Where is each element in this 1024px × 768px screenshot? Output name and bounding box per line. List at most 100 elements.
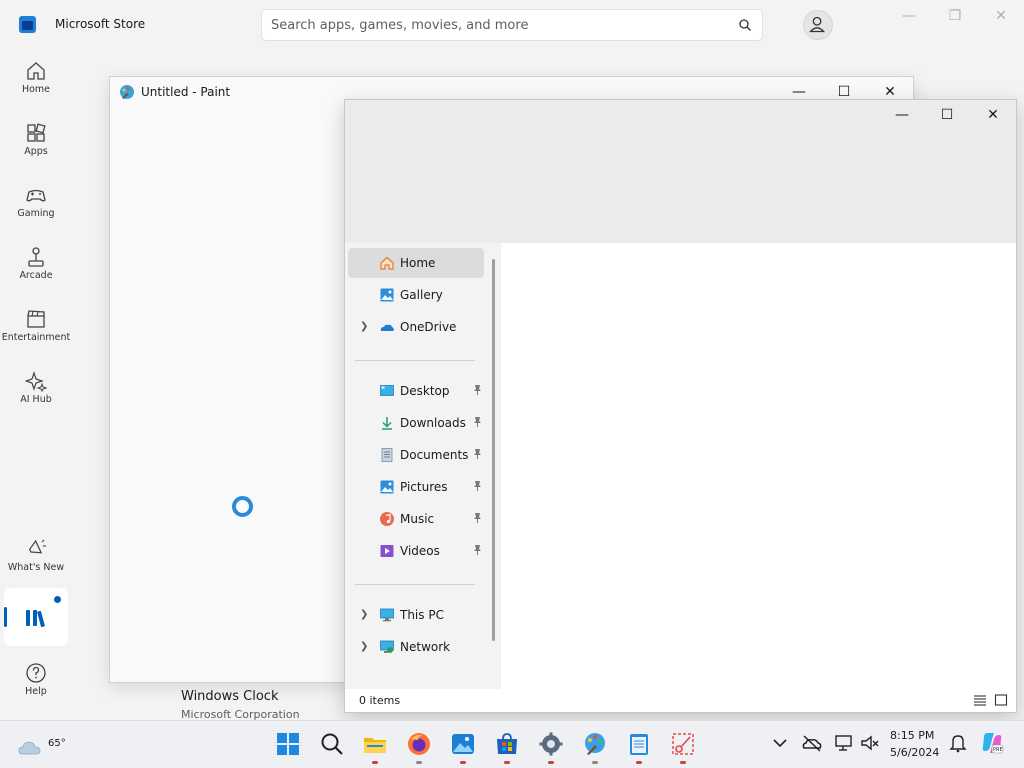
sparkle-icon: [25, 371, 47, 392]
store-close-button[interactable]: ✕: [981, 4, 1021, 28]
tree-item-home[interactable]: Home: [348, 248, 484, 278]
onedrive-icon: [380, 324, 394, 331]
svg-text:PRE: PRE: [993, 747, 1003, 753]
nav-whats-new[interactable]: What's New: [0, 534, 72, 590]
tree-item-label: Music: [400, 512, 435, 526]
notification-bell-icon[interactable]: [946, 731, 970, 755]
downloads-icon: [382, 417, 392, 430]
photos-icon[interactable]: [450, 731, 476, 757]
tree-item-videos[interactable]: Videos: [348, 536, 484, 566]
library-badge: [54, 596, 61, 603]
network-icon: [380, 640, 394, 653]
nav-home[interactable]: Home: [0, 56, 72, 112]
store-logo-icon: [19, 16, 36, 33]
chevron-right-icon[interactable]: ❯: [360, 641, 368, 652]
library-icon: [26, 610, 45, 628]
tree-item-label: Desktop: [400, 384, 450, 398]
nav-apps[interactable]: Apps: [0, 118, 72, 174]
store-restore-button[interactable]: ❐: [935, 4, 975, 28]
tree-item-music[interactable]: Music: [348, 504, 484, 534]
status-bar: 0 items: [345, 689, 1016, 712]
account-avatar[interactable]: [803, 10, 833, 40]
snipping-tool-icon[interactable]: [670, 731, 696, 757]
pin-icon[interactable]: [472, 544, 483, 556]
nav-gaming[interactable]: Gaming: [0, 180, 72, 236]
clapperboard-icon: [27, 310, 45, 328]
firefox-icon[interactable]: [406, 731, 432, 757]
search-icon[interactable]: [738, 18, 752, 32]
nav-home-label: Home: [21, 84, 51, 95]
explorer-minimize-button[interactable]: —: [880, 103, 924, 127]
tree-separator: [355, 360, 475, 361]
chevron-up-icon[interactable]: [768, 731, 792, 755]
tree-item-pictures[interactable]: Pictures: [348, 472, 484, 502]
tree-item-label: Downloads: [400, 416, 466, 430]
pin-icon[interactable]: [472, 448, 483, 460]
nav-help[interactable]: Help: [0, 658, 72, 714]
tree-item-documents[interactable]: Documents: [348, 440, 484, 470]
nav-ai-hub[interactable]: AI Hub: [0, 366, 72, 422]
running-indicator: [460, 761, 466, 764]
home-icon: [380, 256, 394, 270]
nav-arcade[interactable]: Arcade: [0, 242, 72, 298]
tree-separator: [355, 584, 475, 585]
joystick-icon: [28, 247, 44, 267]
help-icon: [26, 663, 46, 683]
tree-item-label: OneDrive: [400, 320, 457, 334]
tree-item-desktop[interactable]: Desktop: [348, 376, 484, 406]
store-minimize-button[interactable]: —: [889, 4, 929, 28]
nav-entertainment[interactable]: Entertainment: [0, 304, 72, 360]
microsoft-store-icon[interactable]: [494, 731, 520, 757]
tree-item-gallery[interactable]: Gallery: [348, 280, 484, 310]
tree-item-onedrive[interactable]: ❯ OneDrive: [348, 312, 484, 342]
store-search-box[interactable]: [261, 9, 763, 41]
settings-gear-icon[interactable]: [538, 731, 564, 757]
notepad-icon[interactable]: [626, 731, 652, 757]
tree-item-this-pc[interactable]: ❯ This PC: [348, 600, 484, 630]
navigation-pane: Home Gallery ❯ OneDrive Desktop Download…: [345, 243, 501, 689]
cloud-icon: [18, 741, 41, 755]
tree-item-label: Gallery: [400, 288, 443, 302]
item-count: 0 items: [359, 694, 401, 707]
content-pane[interactable]: [501, 243, 1016, 689]
chevron-right-icon[interactable]: ❯: [360, 609, 368, 620]
pin-icon[interactable]: [472, 416, 483, 428]
pin-icon[interactable]: [472, 480, 483, 492]
explorer-header[interactable]: — ☐ ✕: [345, 100, 1016, 243]
copilot-icon[interactable]: PRE: [980, 731, 1004, 755]
nav-library[interactable]: [4, 588, 68, 646]
store-titlebar: Microsoft Store — ❐ ✕: [0, 0, 1024, 48]
pin-icon[interactable]: [472, 512, 483, 524]
windows-start-icon[interactable]: [275, 731, 301, 757]
file-explorer-icon[interactable]: [362, 731, 388, 757]
running-indicator: [504, 761, 510, 764]
loading-spinner: [232, 496, 253, 517]
explorer-maximize-button[interactable]: ☐: [925, 103, 969, 127]
large-icons-view-icon[interactable]: [994, 693, 1008, 707]
clock-date[interactable]: 5/6/2024: [890, 746, 939, 759]
weather-widget[interactable]: 65°: [18, 729, 66, 761]
nav-pane-scrollbar[interactable]: [492, 259, 495, 641]
tree-item-network[interactable]: ❯ Network: [348, 632, 484, 662]
paint-icon[interactable]: [582, 731, 608, 757]
search-icon[interactable]: [319, 731, 345, 757]
store-sidenav: Home Apps Gaming Arcade Entertainment AI…: [0, 48, 72, 720]
file-explorer-window: — ☐ ✕ Home Gallery ❯ OneDrive Desktop Do…: [344, 99, 1017, 713]
home-icon: [27, 62, 45, 80]
store-title: Microsoft Store: [55, 17, 146, 31]
app-card[interactable]: Windows Clock Microsoft Corporation: [110, 682, 350, 721]
search-input[interactable]: [271, 16, 731, 34]
desktop-icon: [380, 385, 394, 396]
explorer-close-button[interactable]: ✕: [971, 103, 1015, 127]
taskbar: 65° 8:15 PM 5/6/2024 PRE: [0, 720, 1024, 768]
onedrive-offline-icon[interactable]: [800, 731, 824, 755]
volume-muted-icon[interactable]: [858, 731, 882, 755]
apps-icon: [27, 123, 46, 142]
tree-item-downloads[interactable]: Downloads: [348, 408, 484, 438]
details-view-icon[interactable]: [973, 693, 987, 707]
chevron-right-icon[interactable]: ❯: [360, 321, 368, 332]
clock-time[interactable]: 8:15 PM: [890, 729, 934, 742]
this-pc-icon: [380, 608, 394, 622]
network-status-icon[interactable]: [832, 731, 856, 755]
pin-icon[interactable]: [472, 384, 483, 396]
